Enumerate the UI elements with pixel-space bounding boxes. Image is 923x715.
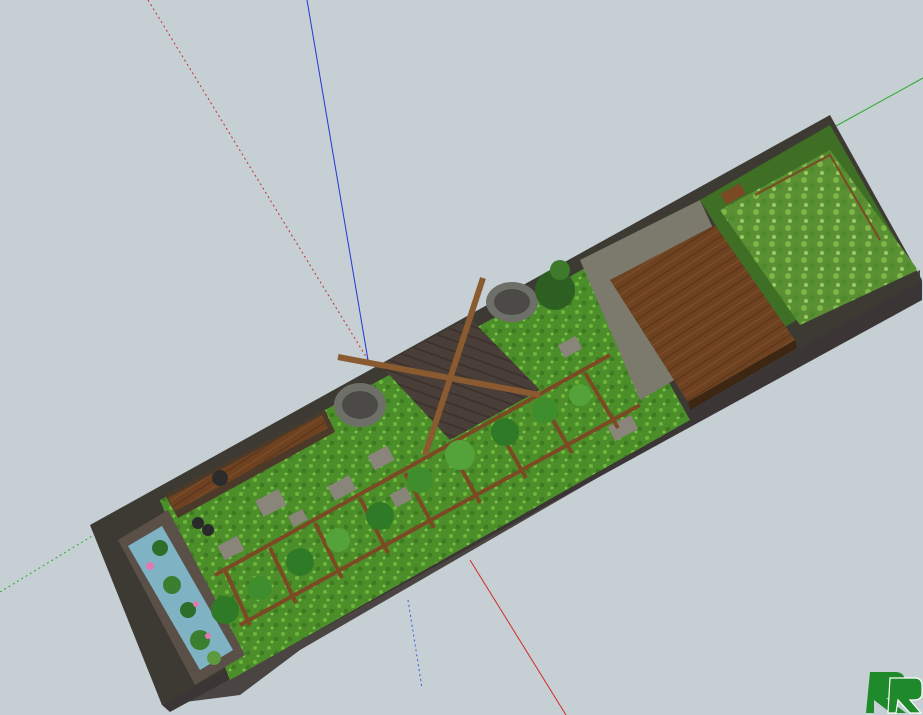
- planter-pot: [192, 517, 204, 529]
- red-axis-positive: [469, 559, 567, 715]
- red-axis: [147, 0, 369, 361]
- garden-model[interactable]: [90, 115, 922, 712]
- planter-pot-2: [202, 524, 214, 536]
- logo-icon: [866, 672, 923, 714]
- blue-axis-negative: [407, 599, 423, 689]
- green-axis-positive: [835, 77, 923, 127]
- modeling-viewport[interactable]: [0, 0, 923, 715]
- green-axis: [0, 529, 103, 593]
- blue-axis: [306, 0, 369, 361]
- watermark: [866, 672, 923, 714]
